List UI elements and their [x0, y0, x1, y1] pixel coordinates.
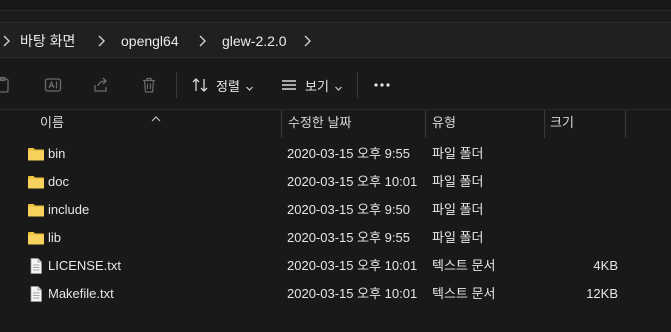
command-bar: 정렬 보기 [0, 58, 671, 110]
breadcrumb-desktop[interactable]: 바탕 화면 [20, 23, 75, 59]
file-name: doc [48, 174, 69, 189]
sort-icon [191, 76, 209, 94]
paste-icon[interactable] [0, 76, 12, 94]
folder-icon [27, 229, 45, 247]
list-item[interactable]: Makefile.txt 2020-03-15 오후 10:01 텍스트 문서 … [0, 280, 671, 308]
chevron-right-icon[interactable] [0, 34, 14, 48]
view-list-icon [280, 76, 298, 94]
column-header-date[interactable]: 수정한 날짜 [288, 110, 351, 138]
title-bar-divider [0, 10, 671, 11]
folder-icon [27, 201, 45, 219]
column-divider[interactable] [544, 110, 545, 138]
list-item[interactable]: doc 2020-03-15 오후 10:01 파일 폴더 [0, 168, 671, 196]
file-type: 파일 폴더 [432, 146, 484, 161]
column-divider[interactable] [625, 110, 626, 138]
column-header-name[interactable]: 이름 [40, 110, 64, 138]
folder-icon [27, 145, 45, 163]
file-type: 파일 폴더 [432, 230, 484, 245]
list-item[interactable]: LICENSE.txt 2020-03-15 오후 10:01 텍스트 문서 4… [0, 252, 671, 280]
sort-button[interactable]: 정렬 [191, 74, 254, 96]
file-date: 2020-03-15 오후 10:01 [287, 174, 418, 189]
view-label: 보기 [305, 78, 329, 94]
file-size [545, 224, 618, 252]
view-button[interactable]: 보기 [280, 74, 343, 96]
rename-icon[interactable] [44, 76, 62, 94]
title-bar-strip [0, 0, 671, 10]
file-type: 텍스트 문서 [432, 286, 496, 301]
file-type: 파일 폴더 [432, 202, 484, 217]
text-file-icon [27, 285, 45, 303]
column-divider[interactable] [281, 110, 282, 138]
toolbar-divider [176, 72, 177, 98]
text-file-icon [27, 257, 45, 275]
breadcrumb-glew[interactable]: glew-2.2.0 [222, 23, 287, 59]
chevron-down-icon [245, 81, 254, 91]
column-header-size[interactable]: 크기 [550, 110, 574, 138]
breadcrumb-opengl64[interactable]: opengl64 [121, 23, 179, 59]
chevron-down-icon [334, 81, 343, 91]
file-size [545, 196, 618, 224]
chevron-right-icon[interactable] [196, 34, 210, 48]
folder-icon [27, 173, 45, 191]
sort-label: 정렬 [216, 78, 240, 94]
column-header-type[interactable]: 유형 [432, 110, 456, 138]
toolbar-divider [357, 72, 358, 98]
file-date: 2020-03-15 오후 10:01 [287, 286, 418, 301]
file-type: 텍스트 문서 [432, 258, 496, 273]
file-name: bin [48, 146, 66, 161]
file-date: 2020-03-15 오후 9:55 [287, 230, 410, 245]
address-bar[interactable]: 바탕 화면 opengl64 glew-2.2.0 [0, 22, 671, 58]
file-size: 4KB [593, 258, 618, 273]
file-name: Makefile.txt [48, 286, 114, 301]
list-item[interactable]: include 2020-03-15 오후 9:50 파일 폴더 [0, 196, 671, 224]
file-date: 2020-03-15 오후 9:50 [287, 202, 410, 217]
share-icon[interactable] [92, 76, 110, 94]
file-name: lib [48, 230, 62, 245]
chevron-right-icon[interactable] [95, 34, 109, 48]
column-header-row: 이름 수정한 날짜 유형 크기 [0, 110, 671, 138]
list-item[interactable]: bin 2020-03-15 오후 9:55 파일 폴더 [0, 140, 671, 168]
file-type: 파일 폴더 [432, 174, 484, 189]
column-divider[interactable] [425, 110, 426, 138]
file-size: 12KB [586, 286, 618, 301]
title-bar [0, 0, 671, 22]
chevron-right-icon[interactable] [301, 34, 315, 48]
file-size [545, 140, 618, 168]
delete-icon[interactable] [140, 76, 158, 94]
file-size [545, 168, 618, 196]
sort-ascending-icon [150, 110, 162, 122]
file-name: LICENSE.txt [48, 258, 121, 273]
file-date: 2020-03-15 오후 10:01 [287, 258, 418, 273]
file-name: include [48, 202, 90, 217]
list-item[interactable]: lib 2020-03-15 오후 9:55 파일 폴더 [0, 224, 671, 252]
file-date: 2020-03-15 오후 9:55 [287, 146, 410, 161]
more-options-icon[interactable] [370, 74, 394, 96]
